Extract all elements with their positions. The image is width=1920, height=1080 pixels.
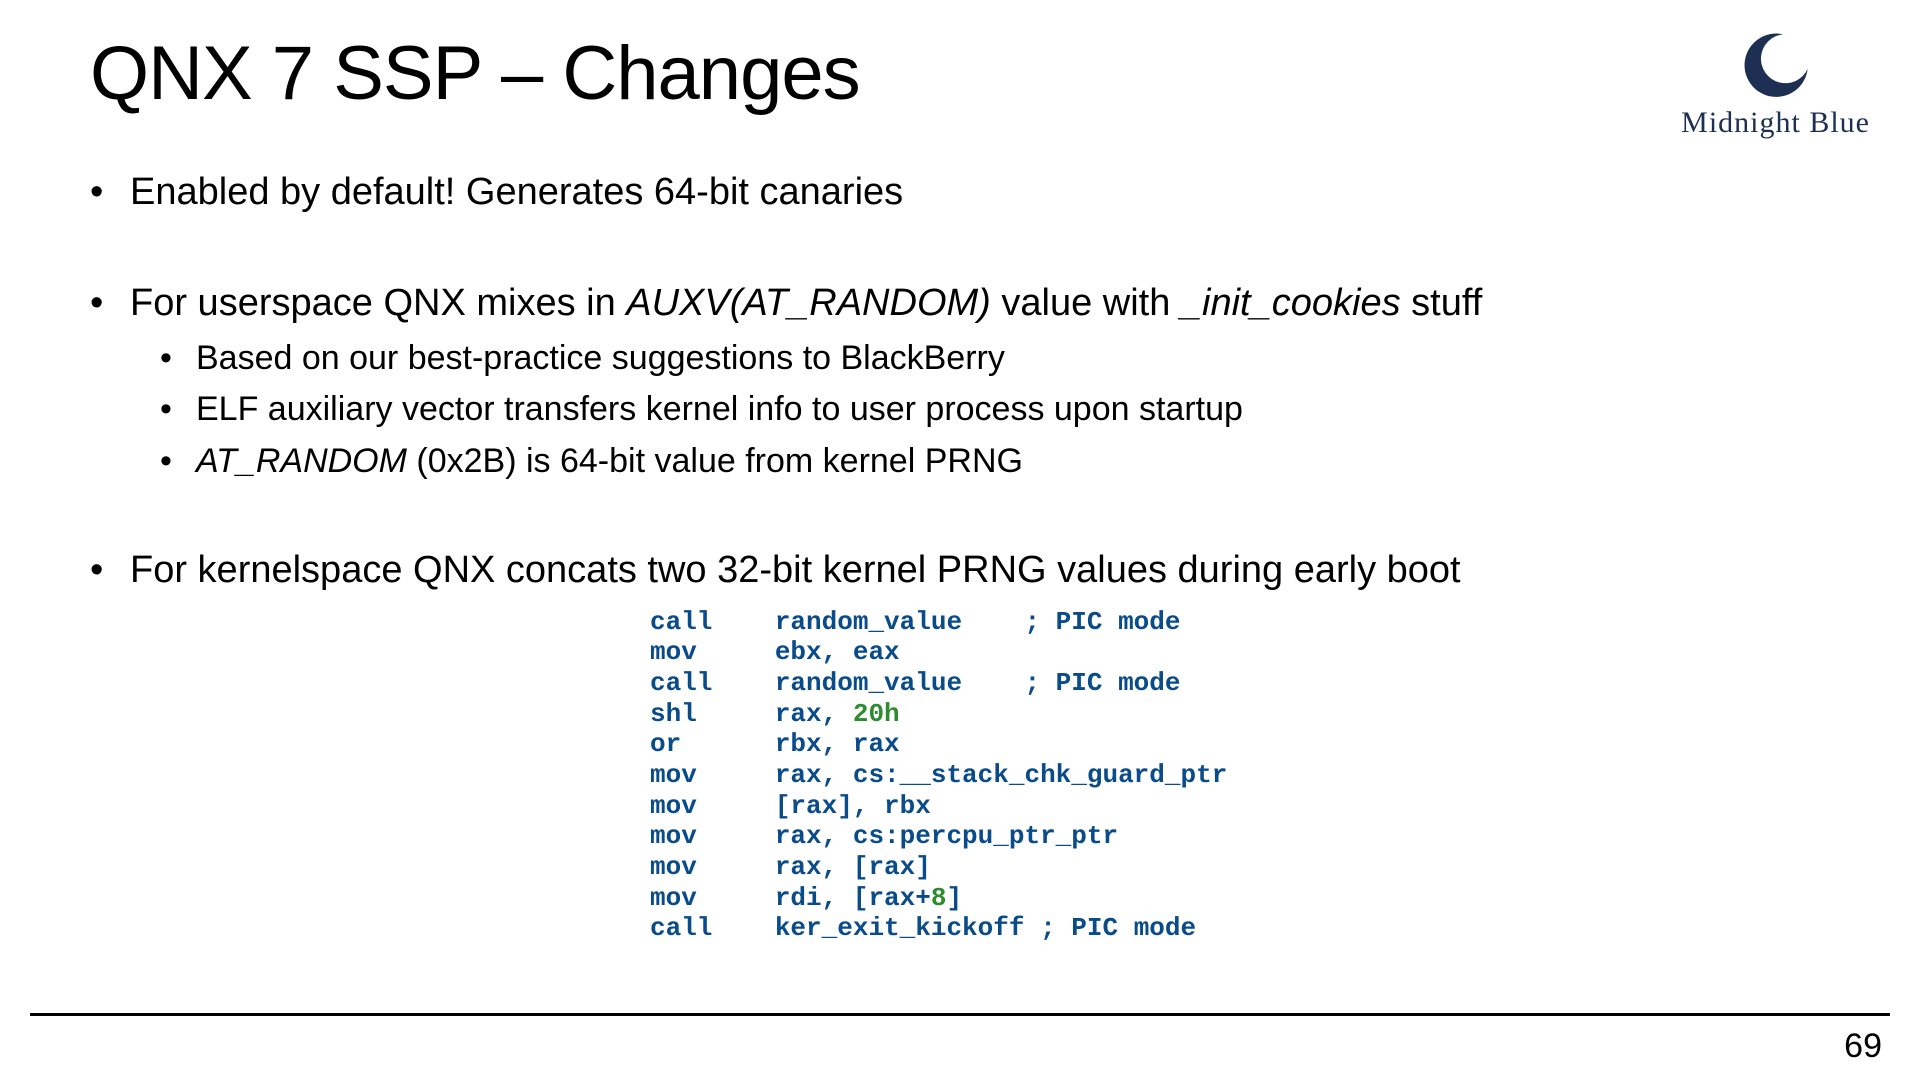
assembly-code-block: call random_value ; PIC mode mov ebx, ea… [650,607,1830,944]
code-l6-args: rax, cs:__stack_chk_guard_ptr [775,760,1227,790]
logo-text: Midnight Blue [1681,106,1870,140]
code-l7-args: [rax], rbx [775,791,931,821]
bullet-2-sub-2-text: ELF auxiliary vector transfers kernel in… [196,390,1243,428]
code-l10-close: ] [946,883,962,913]
code-l11-op: call [650,913,775,943]
code-l9-op: mov [650,852,775,882]
code-l4-op: shl [650,699,775,729]
bullet-3: For kernelspace QNX concats two 32-bit k… [90,545,1830,596]
code-l1-comment: ; PIC mode [1024,607,1180,637]
bullet-2-sub-3: AT_RANDOM (0x2B) is 64-bit value from ke… [160,439,1830,485]
footer-rule [30,1013,1890,1016]
code-l8-op: mov [650,821,775,851]
code-l6-op: mov [650,760,775,790]
code-l4-args: rax, [775,699,853,729]
code-l3-op: call [650,668,775,698]
code-l2-op: mov [650,637,775,667]
code-l4-num: 20h [853,699,900,729]
code-l10-args: rdi, [rax+ [775,883,931,913]
bullet-list: Enabled by default! Generates 64-bit can… [90,167,1830,597]
code-l11-comment: ; PIC mode [1040,913,1196,943]
code-l5-args: rbx, rax [775,729,900,759]
bullet-2-sublist: Based on our best-practice suggestions t… [160,336,1830,486]
bullet-2-sub-2: ELF auxiliary vector transfers kernel in… [160,387,1830,433]
bullet-1-text: Enabled by default! Generates 64-bit can… [130,171,903,213]
code-l5-op: or [650,729,775,759]
bullet-2-sub-1-text: Based on our best-practice suggestions t… [196,339,1005,377]
code-l10-op: mov [650,883,775,913]
bullet-2-sub-3-rest: (0x2B) is 64-bit value from kernel PRNG [407,442,1023,480]
code-l9-args: rax, [rax] [775,852,931,882]
bullet-2-sub-1: Based on our best-practice suggestions t… [160,336,1830,382]
slide: Midnight Blue QNX 7 SSP – Changes Enable… [0,0,1920,1080]
page-number: 69 [1844,1027,1882,1066]
bullet-2-text-mid: value with [991,282,1181,324]
bullet-3-text: For kernelspace QNX concats two 32-bit k… [130,549,1461,591]
code-l10-num: 8 [931,883,947,913]
bullet-2-em2: _init_cookies [1181,282,1401,324]
code-l1-op: call [650,607,775,637]
code-l11-args: ker_exit_kickoff [775,913,1040,943]
code-l3-comment: ; PIC mode [1024,668,1180,698]
code-l8-args: rax, cs:percpu_ptr_ptr [775,821,1118,851]
company-logo: Midnight Blue [1681,30,1870,140]
bullet-1: Enabled by default! Generates 64-bit can… [90,167,1830,218]
code-l2-args: ebx, eax [775,637,900,667]
bullet-2-text-post: stuff [1401,282,1483,324]
slide-title: QNX 7 SSP – Changes [90,30,1830,117]
bullet-2-sub-3-em: AT_RANDOM [196,442,407,480]
bullet-2-text-pre: For userspace QNX mixes in [130,282,626,324]
code-l3-args: random_value [775,668,1025,698]
bullet-2-em1: AUXV(AT_RANDOM) [626,282,991,324]
code-l7-op: mov [650,791,775,821]
code-l1-args: random_value [775,607,1025,637]
bullet-2: For userspace QNX mixes in AUXV(AT_RANDO… [90,278,1830,485]
moon-icon [1740,30,1812,102]
